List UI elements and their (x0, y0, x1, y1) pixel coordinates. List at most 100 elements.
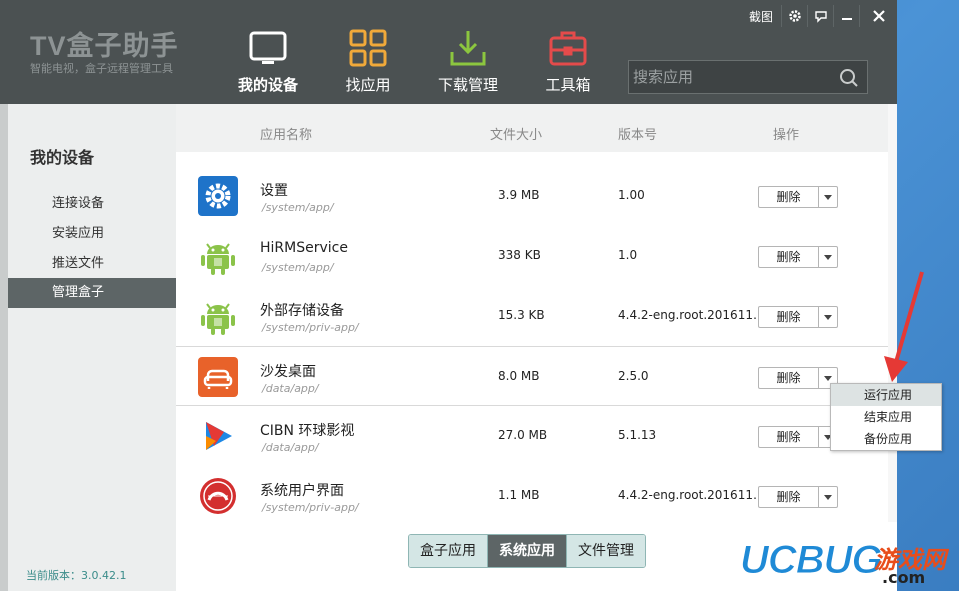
delete-button[interactable]: 删除 (759, 187, 819, 207)
cibn-icon (198, 416, 238, 456)
toolbox-icon (548, 28, 588, 68)
tv-icon (248, 28, 288, 68)
watermark-domain: .com (882, 568, 926, 587)
delete-button[interactable]: 删除 (759, 427, 819, 447)
nav-label: 找应用 (345, 76, 391, 94)
watermark-brand: UCBUG (740, 538, 884, 583)
header-op: 操作 (773, 128, 800, 143)
app-version: 4.4.2-eng.root.20161121... (618, 488, 768, 502)
android-icon (198, 296, 238, 336)
app-size: 8.0 MB (498, 369, 540, 383)
minimize-icon[interactable] (833, 5, 859, 27)
android-logo-icon (198, 476, 238, 516)
op-split-button: 删除 (758, 306, 838, 328)
chevron-down-icon[interactable] (819, 487, 837, 507)
app-path: /data/app/ (262, 441, 319, 454)
app-name: CIBN 环球影视 (260, 423, 355, 439)
header-bar: TV盒子助手 智能电视，盒子远程管理工具 截图 我的设备 找应用 下载管理 工具… (0, 0, 897, 104)
delete-button[interactable]: 删除 (759, 368, 819, 388)
app-version: 5.1.13 (618, 428, 657, 442)
op-split-button: 删除 (758, 426, 838, 448)
annotation-arrow (884, 271, 924, 382)
tab-box-apps[interactable]: 盒子应用 (409, 535, 488, 567)
app-size: 15.3 KB (498, 308, 545, 322)
watermark: 沙发网 UCBUG 游戏网 .com (672, 538, 959, 591)
sidebar-title: 我的设备 (30, 148, 95, 167)
screenshot-button[interactable]: 截图 (749, 8, 773, 25)
app-version: 4.4.2-eng.root.20161121... (618, 308, 768, 322)
search-input[interactable] (629, 61, 829, 93)
app-name: 系统用户界面 (260, 483, 344, 499)
header-version: 版本号 (618, 128, 658, 143)
version-label: 当前版本：3.0.42.1 (26, 569, 127, 582)
app-window: TV盒子助手 智能电视，盒子远程管理工具 截图 我的设备 找应用 下载管理 工具… (0, 0, 897, 591)
nav-toolbox[interactable]: 工具箱 (518, 28, 618, 95)
download-icon (448, 28, 488, 68)
sidebar-item-connect[interactable]: 连接设备 (8, 189, 176, 219)
app-version: 1.0 (618, 248, 638, 262)
logo-title: TV盒子助手 (30, 31, 179, 61)
sidebar-item-install[interactable]: 安装应用 (8, 219, 176, 249)
header-size: 文件大小 (490, 128, 543, 143)
table-row[interactable]: 设置 /system/app/ 3.9 MB 1.00 删除 (176, 166, 888, 226)
app-path: /system/priv-app/ (262, 501, 359, 514)
context-menu: 运行应用 结束应用 备份应用 (830, 383, 942, 451)
nav-find-apps[interactable]: 找应用 (318, 28, 418, 95)
tab-system-apps[interactable]: 系统应用 (488, 535, 567, 567)
app-name: 外部存储设备 (260, 303, 344, 319)
app-size: 27.0 MB (498, 428, 548, 442)
table-row[interactable]: HiRMService /system/app/ 338 KB 1.0 删除 (176, 226, 888, 286)
delete-button[interactable]: 删除 (759, 487, 819, 507)
app-path: /system/app/ (262, 261, 334, 274)
chevron-down-icon[interactable] (819, 187, 837, 207)
header-name: 应用名称 (260, 128, 313, 143)
op-split-button: 删除 (758, 246, 838, 268)
op-split-button: 删除 (758, 486, 838, 508)
chevron-down-icon[interactable] (819, 307, 837, 327)
nav-label: 下载管理 (437, 76, 498, 94)
sidebar: 我的设备 连接设备 安装应用 推送文件 管理盒子 当前版本：3.0.42.1 (0, 104, 176, 591)
nav-label: 工具箱 (545, 76, 591, 94)
android-icon (198, 236, 238, 276)
app-path: /data/app/ (262, 382, 319, 395)
table-row[interactable]: 系统用户界面 /system/priv-app/ 1.1 MB 4.4.2-en… (176, 466, 888, 526)
close-icon[interactable] (859, 5, 897, 27)
delete-button[interactable]: 删除 (759, 307, 819, 327)
app-version: 2.5.0 (618, 369, 649, 383)
tab-file-manager[interactable]: 文件管理 (567, 535, 645, 567)
app-size: 338 KB (498, 248, 541, 262)
chevron-down-icon[interactable] (819, 247, 837, 267)
app-path: /system/priv-app/ (262, 321, 359, 334)
delete-button[interactable]: 删除 (759, 247, 819, 267)
menu-item-run[interactable]: 运行应用 (831, 384, 941, 406)
app-size: 3.9 MB (498, 188, 540, 202)
app-size: 1.1 MB (498, 488, 540, 502)
table-header: 应用名称 文件大小 版本号 操作 (176, 104, 888, 152)
menu-item-backup[interactable]: 备份应用 (831, 428, 941, 450)
op-split-button: 删除 (758, 186, 838, 208)
search-box (628, 60, 868, 94)
app-path: /system/app/ (262, 201, 334, 214)
settings-app-icon (198, 176, 238, 216)
logo-subtitle: 智能电视，盒子远程管理工具 (30, 62, 173, 75)
search-icon[interactable] (839, 68, 859, 92)
app-list-panel: 应用名称 文件大小 版本号 操作 设置 /system/app/ 3.9 MB … (176, 104, 897, 591)
table-row[interactable]: 沙发桌面 /data/app/ 8.0 MB 2.5.0 删除 (176, 346, 888, 406)
app-category-tabs: 盒子应用 系统应用 文件管理 (408, 534, 646, 568)
sidebar-item-manage-box[interactable]: 管理盒子 (8, 278, 176, 308)
app-name: 设置 (260, 183, 288, 199)
nav-label: 我的设备 (237, 76, 298, 94)
menu-item-stop[interactable]: 结束应用 (831, 406, 941, 428)
table-row[interactable]: CIBN 环球影视 /data/app/ 27.0 MB 5.1.13 删除 (176, 406, 888, 466)
op-split-button: 删除 (758, 367, 838, 389)
gear-icon[interactable] (781, 5, 807, 27)
table-row[interactable]: 外部存储设备 /system/priv-app/ 15.3 KB 4.4.2-e… (176, 286, 888, 346)
sofa-icon (198, 357, 238, 397)
app-version: 1.00 (618, 188, 645, 202)
feedback-icon[interactable] (807, 5, 833, 27)
sidebar-item-push-file[interactable]: 推送文件 (8, 249, 176, 279)
window-controls: 截图 (749, 0, 897, 32)
nav-my-devices[interactable]: 我的设备 (218, 28, 318, 95)
nav-downloads[interactable]: 下载管理 (418, 28, 518, 95)
app-name: 沙发桌面 (260, 364, 316, 380)
